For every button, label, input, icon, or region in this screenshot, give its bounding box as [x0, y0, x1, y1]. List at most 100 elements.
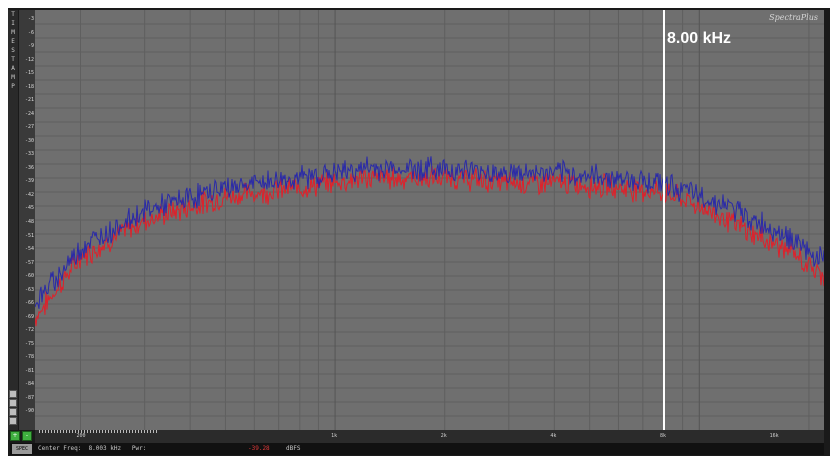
x-minor-tick [156, 430, 157, 433]
zoom-out-button[interactable]: - [22, 431, 32, 441]
y-tick-label: -78 [24, 354, 34, 361]
x-minor-tick [99, 430, 100, 433]
x-minor-tick [96, 430, 97, 433]
y-tick-label: -81 [24, 367, 34, 374]
x-minor-tick [135, 430, 136, 433]
toolbar-letter: I [11, 20, 15, 27]
x-minor-tick [75, 430, 76, 433]
toolbar-letter: T [11, 11, 15, 18]
y-tick-label: -90 [24, 408, 34, 415]
x-minor-tick [93, 430, 94, 433]
corner-buttons: + - [10, 430, 34, 443]
x-minor-tick [81, 430, 82, 433]
y-tick-label: -84 [24, 381, 34, 388]
x-minor-tick [48, 430, 49, 433]
toolbar-letter: M [11, 29, 15, 36]
y-tick-label: -18 [24, 83, 34, 90]
zoom-in-button[interactable]: + [10, 431, 20, 441]
x-minor-tick [108, 430, 109, 433]
toolbar-letter: P [11, 83, 15, 90]
x-minor-tick [153, 430, 154, 433]
y-tick-label: -72 [24, 327, 34, 334]
toolbar-letter: S [11, 47, 15, 54]
x-minor-tick [111, 430, 112, 433]
y-tick-label: -21 [24, 97, 34, 104]
y-tick-label: -48 [24, 219, 34, 225]
toolbar-button[interactable] [9, 399, 17, 407]
y-axis: -3 -6 -9 -12 -15 -18 -21 -24 -27 -30 -33 -36 -39 -42 -… [19, 10, 35, 430]
toolbar-button[interactable] [9, 408, 17, 416]
status-power-value: -39.28 [248, 445, 270, 452]
x-minor-tick [126, 430, 127, 433]
y-tick-label: -63 [24, 286, 34, 293]
x-minor-tick [129, 430, 130, 433]
y-tick-label: -27 [24, 124, 34, 131]
x-minor-tick [90, 430, 91, 433]
x-minor-tick [66, 430, 67, 433]
x-minor-tick [150, 430, 151, 433]
y-tick-label: -33 [24, 151, 34, 158]
y-tick-label: -45 [24, 205, 34, 212]
x-minor-tick [132, 430, 133, 433]
toolbar-button[interactable] [9, 417, 17, 425]
y-tick-label: -36 [24, 164, 34, 171]
x-minor-tick [87, 430, 88, 433]
y-tick-label: -69 [24, 313, 34, 320]
brand-label: SpectraPlus [769, 13, 818, 22]
y-tick-label: -54 [24, 246, 34, 253]
x-minor-tick [147, 430, 148, 433]
y-tick-label: -15 [24, 70, 34, 77]
toolbar-letter: A [11, 65, 15, 72]
x-minor-tick [57, 430, 58, 433]
y-tick-label: -9 [27, 43, 34, 50]
x-minor-tick [141, 430, 142, 433]
y-tick-label: -51 [24, 232, 34, 239]
y-tick-label: -24 [24, 110, 34, 117]
x-minor-tick [60, 430, 61, 433]
y-tick-label: -87 [24, 394, 34, 401]
x-minor-tick [63, 430, 64, 433]
x-minor-tick [138, 430, 139, 433]
y-tick-label: -66 [24, 300, 34, 307]
marker-frequency-label: 8.00 kHz [666, 30, 732, 47]
x-axis: 200 1k 2k 4k 8k 16k [35, 430, 824, 443]
x-minor-tick [117, 430, 118, 433]
status-bar: SPEC Center Freq: 8.003 kHz Pwr: -39.28 … [10, 443, 824, 455]
x-minor-tick [42, 430, 43, 433]
y-tick-label: -75 [24, 340, 34, 347]
toolbar-letter: E [11, 38, 15, 45]
x-minor-tick [78, 430, 79, 433]
x-minor-tick [45, 430, 46, 433]
spectrum-plot[interactable]: SpectraPlus 8.00 kHz [35, 10, 824, 430]
x-tick-label: 1k [331, 433, 338, 439]
x-tick-label: 8k [659, 433, 667, 439]
status-mode-icon: SPEC [12, 444, 32, 454]
status-center-freq: Center Freq: 8.003 kHz Pwr: [38, 445, 147, 452]
x-minor-tick [39, 430, 40, 433]
x-tick-label: 4k [550, 433, 557, 439]
x-minor-tick [84, 430, 85, 433]
y-tick-label: -57 [24, 259, 34, 266]
x-minor-tick [51, 430, 52, 433]
toolbar-button[interactable] [9, 390, 17, 398]
x-minor-tick [123, 430, 124, 433]
x-minor-tick [114, 430, 115, 433]
x-minor-tick [102, 430, 103, 433]
x-minor-tick [72, 430, 73, 433]
x-minor-tick [144, 430, 145, 433]
x-minor-tick [120, 430, 121, 433]
y-tick-label: -30 [24, 137, 34, 144]
status-power-unit: dBFS [286, 445, 301, 452]
y-tick-label: -6 [27, 29, 34, 36]
x-tick-label: 200 [76, 433, 86, 439]
toolbar-letter: M [11, 74, 15, 81]
y-tick-label: -39 [24, 178, 34, 185]
y-tick-label: -60 [24, 273, 34, 280]
y-tick-label: -3 [27, 16, 34, 22]
spectrum-chart [35, 10, 824, 430]
series-line [35, 165, 824, 327]
y-tick-label: -12 [24, 56, 34, 63]
x-tick-label: 16k [769, 433, 779, 439]
left-toolbar: TIMESTAMP [8, 10, 18, 430]
y-tick-label: -42 [24, 191, 34, 198]
